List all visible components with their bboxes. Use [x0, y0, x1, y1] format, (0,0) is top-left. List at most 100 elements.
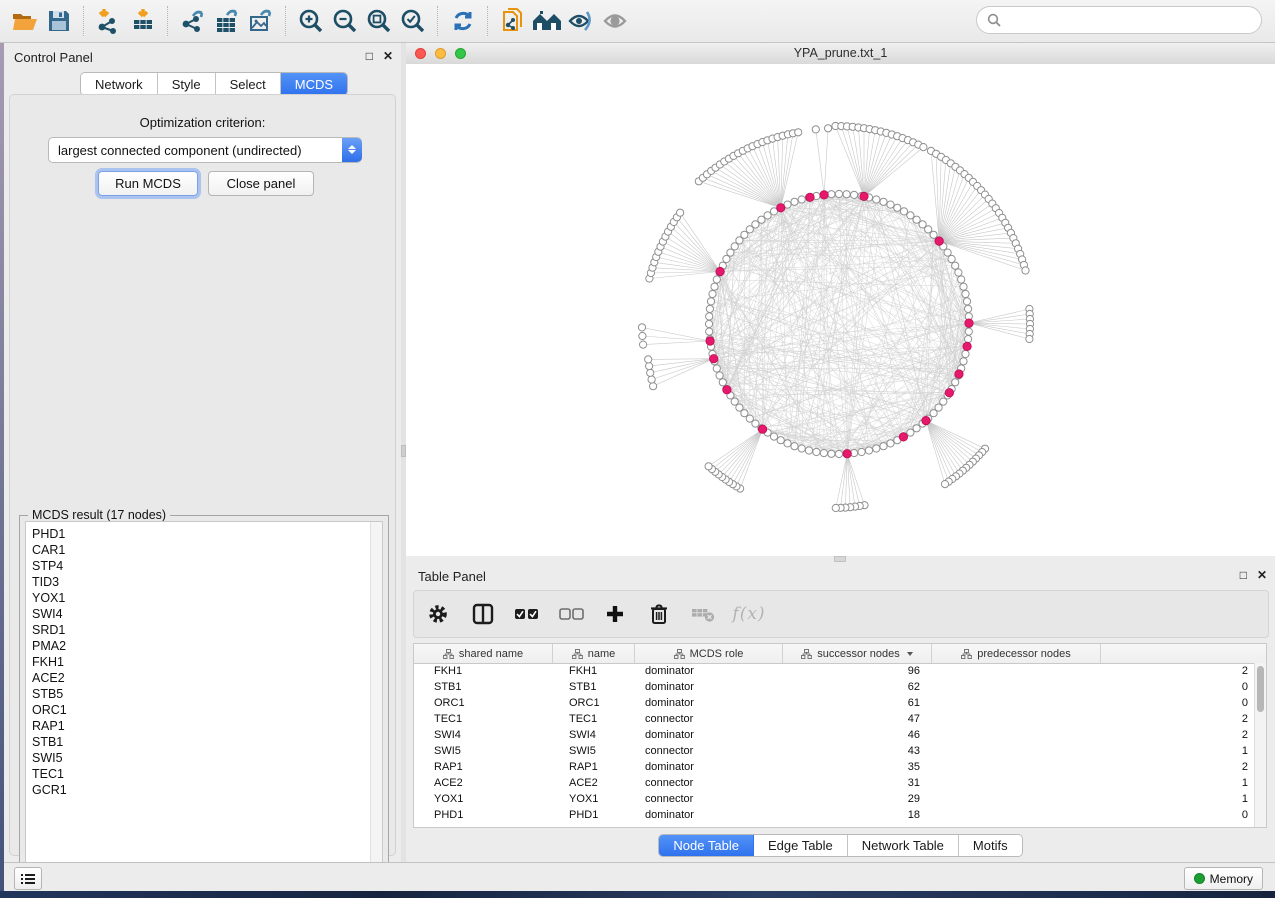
mcds-result-item[interactable]: RAP1 — [32, 718, 382, 734]
column-header-successor-nodes[interactable]: successor nodes — [783, 644, 932, 663]
status-bar: Memory — [4, 862, 1275, 892]
mcds-result-item[interactable]: SWI5 — [32, 750, 382, 766]
mcds-result-item[interactable]: SWI4 — [32, 606, 382, 622]
import-table-icon[interactable] — [126, 4, 160, 38]
delete-column-trash-icon[interactable] — [641, 596, 677, 632]
clone-network-icon[interactable] — [496, 4, 530, 38]
scrollbar-thumb[interactable] — [1257, 666, 1264, 712]
tab-select[interactable]: Select — [216, 73, 281, 95]
column-header-predecessor-nodes[interactable]: predecessor nodes — [932, 644, 1101, 663]
cell-name: STB1 — [553, 681, 635, 693]
mcds-result-item[interactable]: TEC1 — [32, 766, 382, 782]
zoom-fit-icon[interactable] — [362, 4, 396, 38]
network-window-titlebar[interactable]: YPA_prune.txt_1 — [406, 43, 1275, 65]
column-type-icon — [961, 649, 972, 659]
close-panel-icon[interactable]: ✕ — [1257, 569, 1267, 581]
close-panel-icon[interactable]: ✕ — [383, 50, 393, 62]
tab-network[interactable]: Network — [81, 73, 158, 95]
cell-predecessor-nodes: 1 — [932, 777, 1255, 789]
mcds-result-item[interactable]: SRD1 — [32, 622, 382, 638]
tab-style[interactable]: Style — [158, 73, 216, 95]
mcds-result-item[interactable]: PHD1 — [32, 526, 382, 542]
mcds-result-item[interactable]: FKH1 — [32, 654, 382, 670]
open-file-icon[interactable] — [8, 4, 42, 38]
table-row[interactable]: FKH1 FKH1 dominator 96 2 — [414, 663, 1255, 679]
add-column-icon[interactable] — [597, 596, 633, 632]
search-input[interactable] — [1007, 12, 1251, 29]
cell-predecessor-nodes: 2 — [932, 761, 1255, 773]
table-row[interactable]: ORC1 ORC1 dominator 61 0 — [414, 695, 1255, 711]
network-canvas[interactable] — [406, 64, 1275, 556]
cell-name: FKH1 — [553, 665, 635, 677]
hide-style-icon[interactable] — [564, 4, 598, 38]
export-table-icon[interactable] — [210, 4, 244, 38]
mcds-result-item[interactable]: ACE2 — [32, 670, 382, 686]
table-scrollbar[interactable] — [1254, 663, 1266, 827]
zoom-in-icon[interactable] — [294, 4, 328, 38]
table-row[interactable]: TEC1 TEC1 connector 47 2 — [414, 711, 1255, 727]
select-all-icon[interactable] — [508, 596, 544, 632]
export-image-icon[interactable] — [244, 4, 278, 38]
table-row[interactable]: PHD1 PHD1 dominator 18 0 — [414, 807, 1255, 823]
control-panel: Control Panel □ ✕ Network Style Select M… — [4, 43, 401, 862]
cell-mcds-role: dominator — [635, 729, 783, 741]
optimization-criterion-select[interactable]: largest connected component (undirected) — [48, 137, 362, 163]
table-row[interactable]: RAP1 RAP1 dominator 35 2 — [414, 759, 1255, 775]
column-header-name[interactable]: name — [553, 644, 635, 663]
float-panel-icon[interactable]: □ — [1240, 569, 1247, 581]
search-box[interactable] — [976, 6, 1262, 34]
cell-predecessor-nodes: 0 — [932, 681, 1255, 693]
mcds-result-list[interactable]: PHD1CAR1STP4TID3YOX1SWI4SRD1PMA2FKH1ACE2… — [25, 521, 383, 874]
unselect-all-icon[interactable] — [553, 596, 589, 632]
export-network-icon[interactable] — [176, 4, 210, 38]
mcds-result-item[interactable]: GCR1 — [32, 782, 382, 798]
float-panel-icon[interactable]: □ — [366, 50, 373, 62]
close-panel-button[interactable]: Close panel — [208, 171, 314, 196]
mcds-result-item[interactable]: STB1 — [32, 734, 382, 750]
save-session-icon[interactable] — [42, 4, 76, 38]
mcds-result-item[interactable]: CAR1 — [32, 542, 382, 558]
column-chooser-icon[interactable] — [465, 596, 501, 632]
table-row[interactable]: YOX1 YOX1 connector 29 1 — [414, 791, 1255, 807]
tab-node-table[interactable]: Node Table — [659, 835, 754, 856]
mcds-list-scrollbar[interactable] — [370, 522, 382, 873]
toolbar-separator — [285, 6, 287, 36]
status-menu-button[interactable] — [14, 867, 42, 890]
table-row[interactable]: SWI4 SWI4 dominator 46 2 — [414, 727, 1255, 743]
control-panel-title: Control Panel — [14, 50, 93, 65]
table-row[interactable]: STB1 STB1 dominator 62 0 — [414, 679, 1255, 695]
mcds-result-item[interactable]: STP4 — [32, 558, 382, 574]
mcds-result-item[interactable]: ORC1 — [32, 702, 382, 718]
home-layout-icon[interactable] — [530, 4, 564, 38]
zoom-out-icon[interactable] — [328, 4, 362, 38]
column-header-shared-name[interactable]: shared name — [414, 644, 553, 663]
zoom-selected-icon[interactable] — [396, 4, 430, 38]
toolbar-separator — [437, 6, 439, 36]
cell-predecessor-nodes: 2 — [932, 713, 1255, 725]
mcds-result-item[interactable]: STB5 — [32, 686, 382, 702]
import-network-icon[interactable] — [92, 4, 126, 38]
tab-motifs[interactable]: Motifs — [959, 835, 1022, 856]
memory-button[interactable]: Memory — [1184, 867, 1263, 890]
refresh-icon[interactable] — [446, 4, 480, 38]
mcds-result-item[interactable]: YOX1 — [32, 590, 382, 606]
table-row[interactable]: ACE2 ACE2 connector 31 1 — [414, 775, 1255, 791]
cell-successor-nodes: 31 — [783, 777, 932, 789]
sort-descending-icon — [907, 652, 913, 656]
cell-mcds-role: dominator — [635, 809, 783, 821]
memory-label: Memory — [1210, 872, 1253, 886]
tab-edge-table[interactable]: Edge Table — [754, 835, 848, 856]
tab-mcds[interactable]: MCDS — [281, 73, 347, 95]
tab-network-table[interactable]: Network Table — [848, 835, 959, 856]
mcds-result-item[interactable]: TID3 — [32, 574, 382, 590]
cell-successor-nodes: 18 — [783, 809, 932, 821]
column-type-icon — [674, 649, 685, 659]
table-settings-gear-icon[interactable] — [420, 596, 456, 632]
column-header-MCDS-role[interactable]: MCDS role — [635, 644, 783, 663]
mcds-result-item[interactable]: PMA2 — [32, 638, 382, 654]
cell-name: ACE2 — [553, 777, 635, 789]
run-mcds-button[interactable]: Run MCDS — [98, 171, 198, 196]
table-row[interactable]: SWI5 SWI5 connector 43 1 — [414, 743, 1255, 759]
show-eye-icon[interactable] — [598, 4, 632, 38]
cell-shared-name: SWI5 — [414, 745, 553, 757]
